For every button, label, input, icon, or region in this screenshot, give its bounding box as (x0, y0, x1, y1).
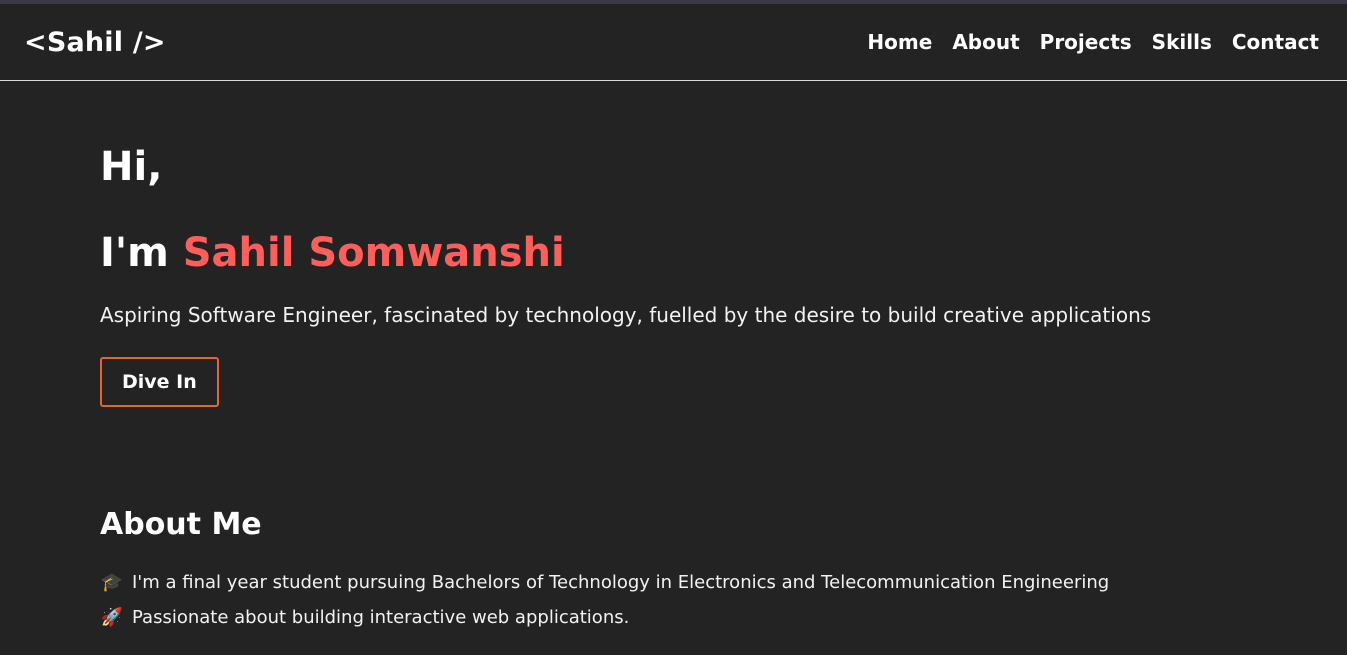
hero-name: Sahil Somwanshi (182, 230, 565, 276)
nav-link-projects[interactable]: Projects (1040, 30, 1132, 54)
nav-link-home[interactable]: Home (867, 30, 932, 54)
graduation-cap-icon: 🎓 (100, 572, 124, 593)
navbar: <Sahil /> Home About Projects Skills Con… (0, 4, 1347, 81)
main-content: Hi, I'm Sahil Somwanshi Aspiring Softwar… (0, 81, 1347, 628)
about-item-text: Passionate about building interactive we… (132, 607, 630, 628)
about-list: 🎓 I'm a final year student pursuing Bach… (100, 572, 1347, 628)
list-item: 🎓 I'm a final year student pursuing Bach… (100, 572, 1347, 593)
about-heading: About Me (100, 507, 262, 542)
hero-intro: I'm Sahil Somwanshi (100, 229, 1347, 277)
about-section: About Me 🎓 I'm a final year student purs… (100, 507, 1347, 628)
about-item-text: I'm a final year student pursuing Bachel… (132, 572, 1110, 593)
list-item: 🚀 Passionate about building interactive … (100, 607, 1347, 628)
hero-greeting: Hi, (100, 144, 163, 190)
rocket-icon: 🚀 (100, 607, 124, 628)
dive-in-button[interactable]: Dive In (100, 357, 219, 407)
hero-intro-prefix: I'm (100, 230, 183, 276)
nav-links: Home About Projects Skills Contact (867, 30, 1319, 54)
nav-link-about[interactable]: About (952, 30, 1019, 54)
site-logo[interactable]: <Sahil /> (24, 27, 166, 58)
hero-tagline: Aspiring Software Engineer, fascinated b… (100, 303, 1152, 327)
hero-section: Hi, I'm Sahil Somwanshi Aspiring Softwar… (100, 143, 1347, 407)
nav-link-contact[interactable]: Contact (1232, 30, 1319, 54)
nav-link-skills[interactable]: Skills (1152, 30, 1212, 54)
